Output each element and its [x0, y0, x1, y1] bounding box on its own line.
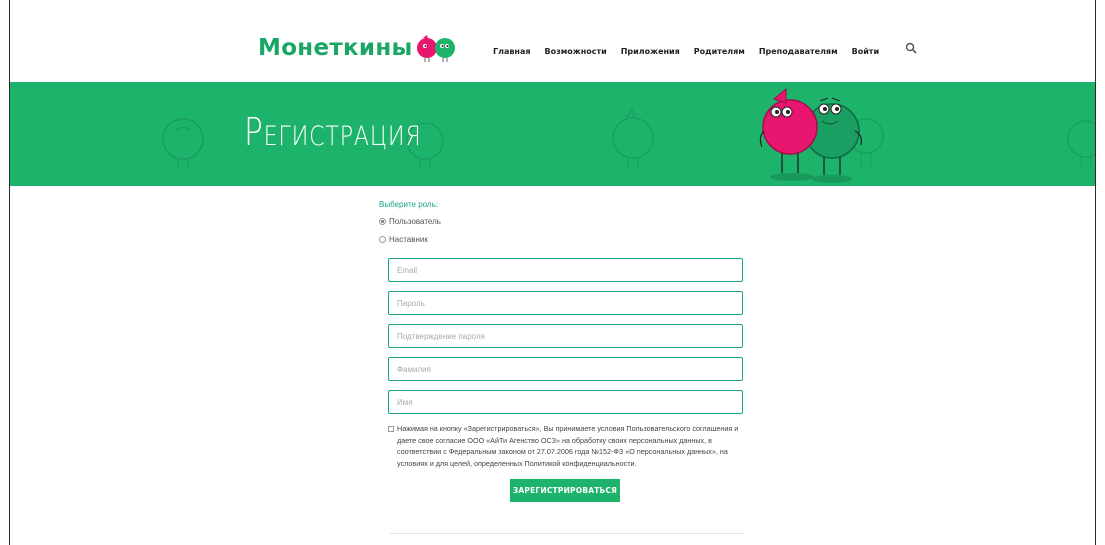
consent-line: даете свое согласие ООО «АйТи Агенство О… — [397, 435, 712, 445]
consent-checkbox[interactable] — [388, 425, 394, 432]
main-nav: Главная Возможности Приложения Родителям… — [493, 41, 919, 58]
role-label: Выберите роль: — [379, 200, 438, 209]
nav-item-parents[interactable]: Родителям — [694, 47, 745, 56]
password-field[interactable] — [388, 291, 743, 315]
radio-mentor[interactable] — [379, 236, 386, 243]
role-option-label: Пользователь — [389, 217, 441, 226]
page-frame: Монеткины Главная Возможности Приложения… — [9, 0, 1096, 545]
role-option-user[interactable]: Пользователь — [379, 217, 749, 226]
form-fields — [379, 258, 749, 414]
ghost-coin-icon — [158, 114, 208, 174]
password-confirm-field[interactable] — [388, 324, 743, 348]
consent-line: условиях и для целей, определенных Полит… — [397, 458, 637, 468]
logo-coins-icon — [415, 35, 459, 62]
nav-item-login[interactable]: Войти — [852, 47, 879, 56]
last-name-field[interactable] — [388, 357, 743, 381]
nav-item-teachers[interactable]: Преподавателям — [759, 47, 838, 56]
first-name-field[interactable] — [388, 390, 743, 414]
registration-form: Выберите роль: Пользователь Наставник На… — [379, 200, 749, 502]
consent-block: Нажимая на кнопку «Зарегистрироваться», … — [388, 423, 748, 469]
consent-line: соответствии с Федеральным законом от 27… — [397, 447, 728, 456]
ghost-coin-icon — [608, 106, 658, 176]
nav-item-features[interactable]: Возможности — [544, 47, 606, 56]
hero-banner: Регистрация — [10, 82, 1095, 186]
ghost-coin-icon — [1066, 114, 1095, 174]
divider — [390, 533, 744, 534]
email-field[interactable] — [388, 258, 743, 282]
consent-line: Нажимая на кнопку «Зарегистрироваться», … — [397, 424, 739, 433]
search-icon[interactable] — [905, 41, 919, 55]
page-title: Регистрация — [244, 110, 422, 154]
header: Монеткины Главная Возможности Приложения… — [10, 0, 1095, 82]
consent-text: Нажимая на кнопку «Зарегистрироваться», … — [397, 423, 738, 469]
logo-text: Монеткины — [258, 35, 413, 61]
radio-user[interactable] — [379, 218, 386, 225]
nav-item-apps[interactable]: Приложения — [621, 47, 680, 56]
register-button[interactable]: ЗАРЕГИСТРИРОВАТЬСЯ — [510, 479, 620, 502]
mascot-coins-icon — [750, 87, 870, 186]
role-option-mentor[interactable]: Наставник — [379, 235, 749, 244]
nav-item-home[interactable]: Главная — [493, 47, 530, 56]
role-option-label: Наставник — [389, 235, 428, 244]
logo[interactable]: Монеткины — [258, 35, 459, 62]
